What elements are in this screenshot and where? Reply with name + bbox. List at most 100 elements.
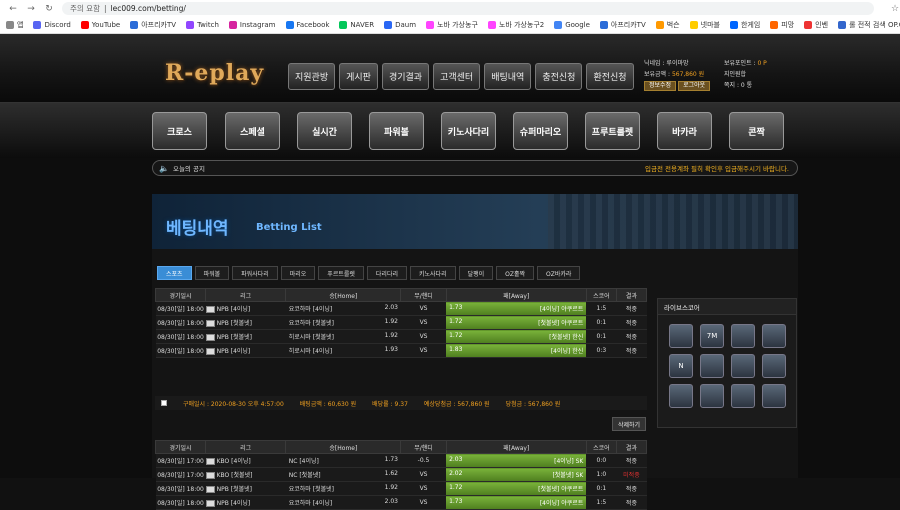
live-score-icon[interactable]: N [669, 354, 693, 378]
bookmark-item[interactable]: YouTube [80, 21, 120, 29]
topnav-item[interactable]: 배팅내역 [484, 63, 532, 90]
home-cell[interactable]: 요코하마 [첫볼넷] 1.92 [285, 315, 401, 330]
reload-icon[interactable]: ↻ [44, 4, 54, 14]
score: 1:5 [586, 301, 617, 316]
live-score-icon[interactable]: 7M [700, 324, 724, 348]
live-score-icon[interactable] [731, 324, 755, 348]
topnav-item[interactable]: 지원관방 [288, 63, 336, 90]
home-cell[interactable]: 요코하마 [4이닝] 2.03 [285, 301, 401, 316]
live-score-icon[interactable] [762, 354, 786, 378]
game-button[interactable]: 파워볼 [369, 112, 424, 150]
live-score-icon[interactable] [731, 384, 755, 408]
category-tab[interactable]: 마리오 [280, 266, 316, 280]
back-icon[interactable]: ← [8, 4, 18, 14]
bookmark-item[interactable]: 롤 전적 검색 OP.GG [838, 20, 900, 30]
bookmark-item[interactable]: Daum [384, 21, 416, 29]
message-count[interactable]: 0 통 [741, 82, 752, 89]
home-cell[interactable]: 요코하마 [4이닝] 2.03 [285, 495, 401, 510]
security-indicator[interactable]: 주의 요함 [70, 3, 100, 14]
forward-icon[interactable]: → [26, 4, 36, 14]
bookmark-item[interactable]: 벅슨 [655, 20, 680, 30]
away-cell[interactable]: 1.72 [첫볼넷] 야쿠르트 [446, 481, 587, 496]
category-tab[interactable]: 스포츠 [157, 266, 192, 280]
away-cell[interactable]: 2.02 [첫볼넷] SK [446, 467, 587, 482]
game-button[interactable]: 실시간 [297, 112, 352, 150]
home-cell[interactable]: NC [4이닝] 1.73 [285, 453, 401, 468]
table-row[interactable]: 08/30[일] 18:00 NPB [4이닝] 요코하마 [4이닝] 2.03 VS 1… [155, 301, 647, 316]
bookmark-item[interactable]: 아프리카TV [130, 20, 176, 30]
home-cell[interactable]: 히로시마 [첫볼넷] 1.92 [285, 329, 401, 344]
score: 1:0 [586, 467, 617, 482]
bookmark-item[interactable]: 노바 가상농구2 [487, 20, 544, 30]
table-row[interactable]: 08/30[일] 17:00 KBO [첫볼넷] NC [첫볼넷] 1.62 VS 2.0… [155, 467, 647, 482]
away-cell[interactable]: 1.73 [4이닝] 야쿠르트 [446, 495, 587, 510]
bookmark-item[interactable]: 인벤 [804, 20, 828, 30]
table-row[interactable]: 08/30[일] 18:00 NPB [첫볼넷] 요코하마 [첫볼넷] 1.92 VS 1… [155, 315, 647, 330]
logout-button[interactable]: 로그아웃 [678, 81, 711, 91]
address-bar[interactable]: 주의 요함 | lec009.com/betting/ [62, 2, 874, 15]
game-button[interactable]: 스페셜 [225, 112, 280, 150]
topnav-item[interactable]: 고객센터 [433, 63, 481, 90]
game-button[interactable]: 바카라 [657, 112, 712, 150]
topnav-item[interactable]: 환전신청 [586, 63, 634, 90]
edit-info-button[interactable]: 정보수정 [644, 81, 677, 91]
live-score-icon[interactable] [700, 354, 724, 378]
table-row[interactable]: 08/30[일] 18:00 NPB [4이닝] 요코하마 [4이닝] 2.03 VS 1… [155, 495, 647, 510]
select-checkbox[interactable] [161, 400, 167, 406]
home-cell[interactable]: 요코하마 [첫볼넷] 1.92 [285, 481, 401, 496]
site-logo[interactable]: R-eplay [165, 60, 264, 86]
url-text[interactable]: lec009.com/betting/ [111, 4, 186, 13]
table-row[interactable]: 08/30[일] 17:00 KBO [4이닝] NC [4이닝] 1.73 -0.5 2… [155, 453, 647, 468]
category-tab[interactable]: 키노사다리 [410, 266, 456, 280]
bookmark-item[interactable]: Twitch [186, 21, 219, 29]
away-cell[interactable]: 1.72 [첫볼넷] 야쿠르트 [446, 315, 587, 330]
bookmark-item[interactable]: 앱 [6, 20, 23, 30]
bookmark-item[interactable]: Discord [33, 21, 71, 29]
bookmark-item[interactable]: Google [554, 21, 590, 29]
category-tab[interactable]: 파워볼 [194, 266, 230, 280]
live-score-icon[interactable] [669, 324, 693, 348]
away-cell[interactable]: 1.83 [4이닝] 한신 [446, 343, 587, 358]
live-score-icon[interactable] [731, 354, 755, 378]
bookmark-icon [384, 21, 393, 29]
category-tab[interactable]: 달팽이 [458, 266, 494, 280]
category-tab[interactable]: OZ홀짝 [496, 266, 535, 280]
bookmark-item[interactable]: Instagram [228, 21, 276, 29]
home-cell[interactable]: 히로시마 [4이닝] 1.93 [285, 343, 401, 358]
topnav-item[interactable]: 게시판 [339, 63, 378, 90]
bookmark-item[interactable]: 아프리카TV [599, 20, 646, 30]
away-cell[interactable]: 1.72 [첫볼넷] 한신 [446, 329, 587, 344]
game-button[interactable]: 슈퍼마리오 [513, 112, 568, 150]
bookmark-item[interactable]: 한게임 [729, 20, 760, 30]
page-banner: 베팅내역 Betting List [152, 194, 798, 249]
level-label[interactable]: 지인원합 [724, 69, 767, 80]
category-tab[interactable]: 파워사다리 [232, 266, 278, 280]
bookmark-item[interactable]: 넷마블 [689, 20, 720, 30]
game-button[interactable]: 프루트룰렛 [585, 112, 640, 150]
topnav-item[interactable]: 경기결과 [381, 63, 430, 90]
table-row[interactable]: 08/30[일] 18:00 NPB [4이닝] 히로시마 [4이닝] 1.93 VS 1… [155, 343, 647, 358]
live-score-icon[interactable] [669, 384, 693, 408]
star-icon[interactable]: ☆ [890, 4, 900, 14]
category-tab[interactable]: OZ바카라 [537, 266, 581, 280]
topnav-item[interactable]: 충전신청 [535, 63, 583, 90]
bookmark-item[interactable]: NAVER [339, 21, 374, 29]
game-button[interactable]: 콘짝 [729, 112, 784, 150]
bookmark-item[interactable]: 피망 [770, 20, 794, 30]
bookmark-item[interactable]: Facebook [285, 21, 329, 29]
game-button[interactable]: 키노사다리 [441, 112, 496, 150]
away-cell[interactable]: 2.03 [4이닝] SK [446, 453, 587, 468]
live-score-icon[interactable] [762, 384, 786, 408]
table-row[interactable]: 08/30[일] 18:00 NPB [첫볼넷] 히로시마 [첫볼넷] 1.92 VS 1… [155, 329, 647, 344]
category-tab[interactable]: 다리다리 [366, 266, 407, 280]
delete-button[interactable]: 삭제하기 [612, 417, 646, 431]
live-score-icon[interactable] [762, 324, 786, 348]
home-cell[interactable]: NC [첫볼넷] 1.62 [285, 467, 401, 482]
live-score-icon[interactable] [700, 384, 724, 408]
game-button[interactable]: 크로스 [152, 112, 207, 150]
category-tab[interactable]: 푸르트룰렛 [318, 266, 364, 280]
away-cell[interactable]: 1.73 [4이닝] 야쿠르트 [446, 301, 587, 316]
bookmark-item[interactable]: 노바 가상농구 [426, 20, 478, 30]
table-row[interactable]: 08/30[일] 18:00 NPB [첫볼넷] 요코하마 [첫볼넷] 1.92 VS 1… [155, 481, 647, 496]
purchase-time: 구매일시 : 2020-08-30 오후 4:57:00 [183, 400, 284, 408]
